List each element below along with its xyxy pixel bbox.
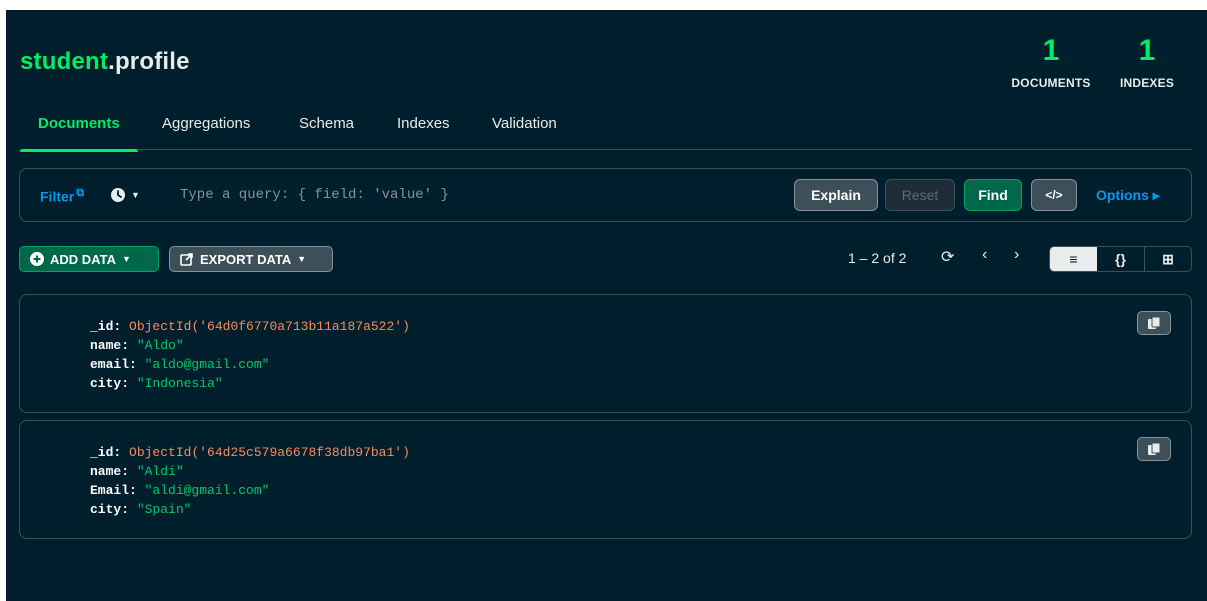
collection-name: profile xyxy=(114,48,190,75)
document-field-city: city: "Indonesia" xyxy=(90,376,223,391)
indexes-stat: 1 INDEXES xyxy=(1112,34,1182,91)
indexes-count: 1 xyxy=(1138,34,1156,67)
find-button[interactable]: Find xyxy=(964,179,1022,211)
reset-button[interactable]: Reset xyxy=(885,179,955,211)
document-field-name: name: "Aldo" xyxy=(90,338,184,353)
collection-tabs: Documents Aggregations Schema Indexes Va… xyxy=(20,114,1192,152)
documents-label: DOCUMENTS xyxy=(1011,76,1091,90)
document-field-id: _id: ObjectId('64d25c579a6678f38db97ba1'… xyxy=(90,445,410,460)
database-name: student xyxy=(20,48,109,75)
copy-document-button[interactable] xyxy=(1137,437,1171,461)
table-view-icon[interactable]: ⊞ xyxy=(1145,247,1191,271)
document-field-name: name: "Aldi" xyxy=(90,464,184,479)
add-data-label: ADD DATA xyxy=(50,251,116,267)
document-field-email: email: "aldo@gmail.com" xyxy=(90,357,270,372)
documents-count: 1 xyxy=(1042,34,1060,67)
tab-indexes[interactable]: Indexes xyxy=(397,114,450,150)
list-view-icon[interactable]: ≡ xyxy=(1050,247,1097,271)
export-data-label: EXPORT DATA xyxy=(200,251,292,267)
query-history-icon[interactable] xyxy=(110,187,126,203)
collection-title: student.profile xyxy=(20,48,190,76)
compass-window: student.profile 1 DOCUMENTS 1 INDEXES Do… xyxy=(6,10,1207,601)
indexes-label: INDEXES xyxy=(1119,76,1175,90)
chevron-left-icon[interactable]: ‹ xyxy=(982,246,987,264)
tab-aggregations[interactable]: Aggregations xyxy=(162,114,250,150)
explain-button[interactable]: Explain xyxy=(794,179,878,211)
json-view-icon[interactable]: {} xyxy=(1097,247,1145,271)
copy-icon xyxy=(1148,316,1161,329)
code-icon-button[interactable]: </> xyxy=(1031,179,1077,211)
copy-document-button[interactable] xyxy=(1137,311,1171,335)
document-field-id: _id: ObjectId('64d0f6770a713b11a187a522'… xyxy=(90,319,410,334)
chevron-right-icon[interactable]: › xyxy=(1014,246,1019,264)
export-data-button[interactable]: EXPORT DATA ▼ xyxy=(169,246,333,272)
filter-link[interactable]: Filter ⧉ xyxy=(40,187,84,205)
document-card[interactable]: _id: ObjectId('64d25c579a6678f38db97ba1'… xyxy=(19,420,1192,539)
documents-stat: 1 DOCUMENTS xyxy=(1006,34,1096,91)
document-card[interactable]: _id: ObjectId('64d0f6770a713b11a187a522'… xyxy=(19,294,1192,413)
plus-circle-icon xyxy=(30,252,44,266)
tab-schema[interactable]: Schema xyxy=(299,114,354,150)
document-field-email: Email: "aldi@gmail.com" xyxy=(90,483,270,498)
pagination-text: 1 – 2 of 2 xyxy=(848,250,907,266)
tab-documents[interactable]: Documents xyxy=(20,114,138,152)
view-toggle: ≡ {} ⊞ xyxy=(1049,246,1192,272)
refresh-icon[interactable]: ⟳ xyxy=(941,247,954,267)
chevron-down-icon[interactable]: ▼ xyxy=(131,190,140,200)
chevron-down-icon: ▼ xyxy=(121,254,131,264)
query-input[interactable] xyxy=(180,187,780,203)
tab-validation[interactable]: Validation xyxy=(492,114,557,150)
copy-icon xyxy=(1148,442,1161,455)
document-field-city: city: "Spain" xyxy=(90,502,192,517)
external-link-icon: ⧉ xyxy=(76,187,85,199)
filter-label: Filter xyxy=(40,188,75,205)
export-icon xyxy=(180,253,193,266)
namespace-separator: . xyxy=(108,48,115,75)
options-toggle[interactable]: Options ▸ xyxy=(1096,187,1160,204)
query-bar: Filter⧉ ▼ Explain Reset Find </> Options… xyxy=(19,168,1192,222)
add-data-button[interactable]: ADD DATA ▼ xyxy=(19,246,159,272)
chevron-down-icon: ▼ xyxy=(297,254,307,264)
